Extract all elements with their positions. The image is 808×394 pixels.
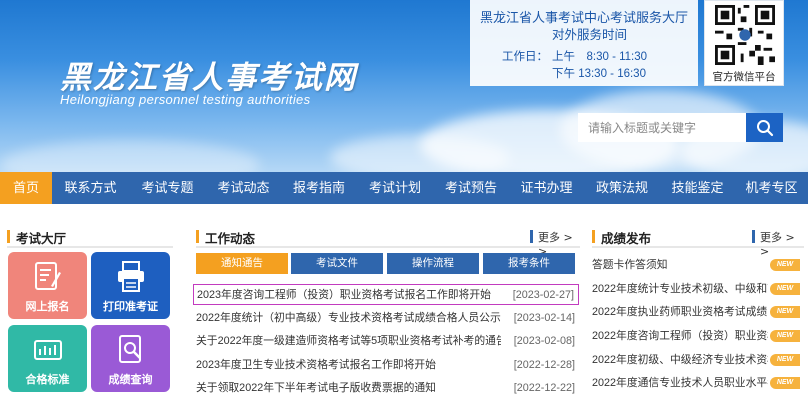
site-title[interactable]: 黑龙江省人事考试网 bbox=[60, 52, 357, 97]
result-item[interactable]: 2022年度执业药师职业资格考试成绩已… NEW bbox=[592, 301, 802, 323]
nav-item-contact[interactable]: 联系方式 bbox=[52, 172, 129, 204]
new-badge: NEW bbox=[770, 259, 800, 271]
nav-item-plan[interactable]: 考试计划 bbox=[357, 172, 433, 204]
service-subtitle: 对外服务时间 bbox=[552, 28, 628, 42]
tab-notices[interactable]: 通知通告 bbox=[196, 253, 288, 274]
exam-hall-title: 考试大厅 bbox=[16, 232, 67, 246]
news-date: [2023-02-27] bbox=[512, 289, 574, 301]
new-badge: NEW bbox=[770, 283, 800, 295]
search-input[interactable] bbox=[578, 113, 746, 142]
exam-hall-header: 考试大厅 bbox=[7, 226, 173, 248]
new-badge: NEW bbox=[770, 306, 800, 318]
news-item[interactable]: 2023年度咨询工程师（投资）职业资格考试报名工作即将开始 [2023-02-2… bbox=[193, 284, 579, 305]
tile-label: 打印准考证 bbox=[103, 300, 158, 313]
result-title: 2022年度初级、中级经济专业技术资格… bbox=[592, 354, 768, 366]
qr-code-icon bbox=[715, 5, 775, 65]
chart-icon bbox=[34, 340, 62, 360]
news-date: [2023-02-14] bbox=[513, 312, 575, 324]
new-badge: NEW bbox=[770, 354, 800, 366]
tile-score-query[interactable]: 成绩查询 bbox=[91, 325, 170, 392]
results-header: 成绩发布 更多 > > bbox=[592, 226, 804, 258]
tile-label: 成绩查询 bbox=[108, 373, 153, 386]
service-hours-box: 黑龙江省人事考试中心考试服务大厅 对外服务时间 工作日： 上午 8:30 - 1… bbox=[470, 0, 698, 86]
result-item[interactable]: 2022年度初级、中级经济专业技术资格… NEW bbox=[592, 349, 802, 371]
nav-item-certificate[interactable]: 证书办理 bbox=[509, 172, 584, 204]
result-title: 2022年度通信专业技术人员职业水平考… bbox=[592, 377, 768, 389]
nav-item-topics[interactable]: 考试专题 bbox=[129, 172, 206, 204]
site-subtitle: Heilongjiang personnel testing authoriti… bbox=[60, 92, 311, 107]
result-title: 2022年度执业药师职业资格考试成绩已… bbox=[592, 306, 768, 318]
wechat-qr-box: 官方微信平台 bbox=[704, 0, 784, 86]
result-item[interactable]: 2022年度通信专业技术人员职业水平考… NEW bbox=[592, 372, 802, 394]
more-marker bbox=[752, 230, 755, 243]
tile-print-admission[interactable]: 打印准考证 bbox=[91, 252, 170, 319]
nav-item-home[interactable]: 首页 bbox=[0, 172, 52, 204]
tab-procedures[interactable]: 操作流程 bbox=[387, 253, 479, 274]
qr-label: 官方微信平台 bbox=[712, 71, 776, 83]
new-badge: NEW bbox=[770, 377, 800, 389]
result-item[interactable]: 2022年度咨询工程师（投资）职业资格… NEW bbox=[592, 325, 802, 347]
nav-item-skills[interactable]: 技能鉴定 bbox=[660, 172, 735, 204]
news-title: 关于2022年度一级建造师资格考试等5项职业资格考试补考的通告 bbox=[196, 335, 501, 347]
main-nav: 首页 联系方式 考试专题 考试动态 报考指南 考试计划 考试预告 证书办理 政策… bbox=[0, 172, 808, 204]
results-title: 成绩发布 bbox=[601, 232, 652, 246]
tile-pass-standard[interactable]: 合格标准 bbox=[8, 325, 87, 392]
news-date: [2022-12-28] bbox=[513, 359, 575, 371]
news-item[interactable]: 关于2022年度一级建造师资格考试等5项职业资格考试补考的通告 [2023-02… bbox=[193, 331, 579, 352]
section-marker bbox=[592, 230, 595, 243]
hours-morning: 上午 8:30 - 11:30 bbox=[552, 51, 648, 63]
news-item[interactable]: 关于领取2022年下半年考试电子版收费票据的通知 [2022-12-22] bbox=[193, 378, 579, 394]
tile-label: 合格标准 bbox=[25, 373, 70, 386]
nav-item-computer-exam[interactable]: 机考专区 bbox=[735, 172, 808, 204]
cloud-decoration bbox=[0, 140, 260, 172]
more-marker bbox=[530, 230, 533, 243]
news-item[interactable]: 2022年度统计（初中高级）专业技术资格考试成绩合格人员公示 [2023-02-… bbox=[193, 308, 579, 329]
magnifier-document-icon bbox=[119, 335, 141, 363]
header-banner: 黑龙江省人事考试网 Heilongjiang personnel testing… bbox=[0, 0, 808, 172]
section-marker bbox=[7, 230, 10, 243]
hours-afternoon: 下午 13:30 - 16:30 bbox=[552, 68, 646, 80]
tile-label: 网上报名 bbox=[25, 300, 70, 313]
tile-online-registration[interactable]: 网上报名 bbox=[8, 252, 87, 319]
tab-requirements[interactable]: 报考条件 bbox=[483, 253, 575, 274]
result-title: 2022年度统计专业技术初级、中级和高… bbox=[592, 283, 768, 295]
search-button[interactable] bbox=[746, 113, 783, 142]
nav-item-news[interactable]: 考试动态 bbox=[206, 172, 281, 204]
tab-exam-files[interactable]: 考试文件 bbox=[291, 253, 383, 274]
result-title: 答题卡作答须知 bbox=[592, 259, 668, 271]
news-title: 2022年度统计（初中高级）专业技术资格考试成绩合格人员公示 bbox=[196, 312, 501, 324]
news-title: 2023年度咨询工程师（投资）职业资格考试报名工作即将开始 bbox=[197, 289, 491, 301]
hours-label: 工作日： bbox=[502, 49, 548, 63]
search-icon bbox=[756, 119, 773, 136]
nav-item-guide[interactable]: 报考指南 bbox=[281, 172, 357, 204]
result-item[interactable]: 答题卡作答须知 NEW bbox=[592, 254, 802, 276]
work-news-header: 工作动态 更多 > > bbox=[196, 226, 580, 258]
registration-icon bbox=[35, 262, 61, 290]
news-item[interactable]: 2023年度卫生专业技术资格考试报名工作即将开始 [2022-12-28] bbox=[193, 355, 579, 376]
news-date: [2023-02-08] bbox=[513, 335, 575, 347]
printer-icon bbox=[118, 261, 144, 292]
news-title: 关于领取2022年下半年考试电子版收费票据的通知 bbox=[196, 382, 436, 394]
work-news-title: 工作动态 bbox=[205, 232, 256, 246]
news-title: 2023年度卫生专业技术资格考试报名工作即将开始 bbox=[196, 359, 436, 371]
new-badge: NEW bbox=[770, 330, 800, 342]
section-marker bbox=[196, 230, 199, 243]
result-title: 2022年度咨询工程师（投资）职业资格… bbox=[592, 330, 768, 342]
news-date: [2022-12-22] bbox=[513, 382, 575, 394]
nav-item-policy[interactable]: 政策法规 bbox=[584, 172, 660, 204]
result-item[interactable]: 2022年度统计专业技术初级、中级和高… NEW bbox=[592, 278, 802, 300]
nav-item-preview[interactable]: 考试预告 bbox=[433, 172, 509, 204]
